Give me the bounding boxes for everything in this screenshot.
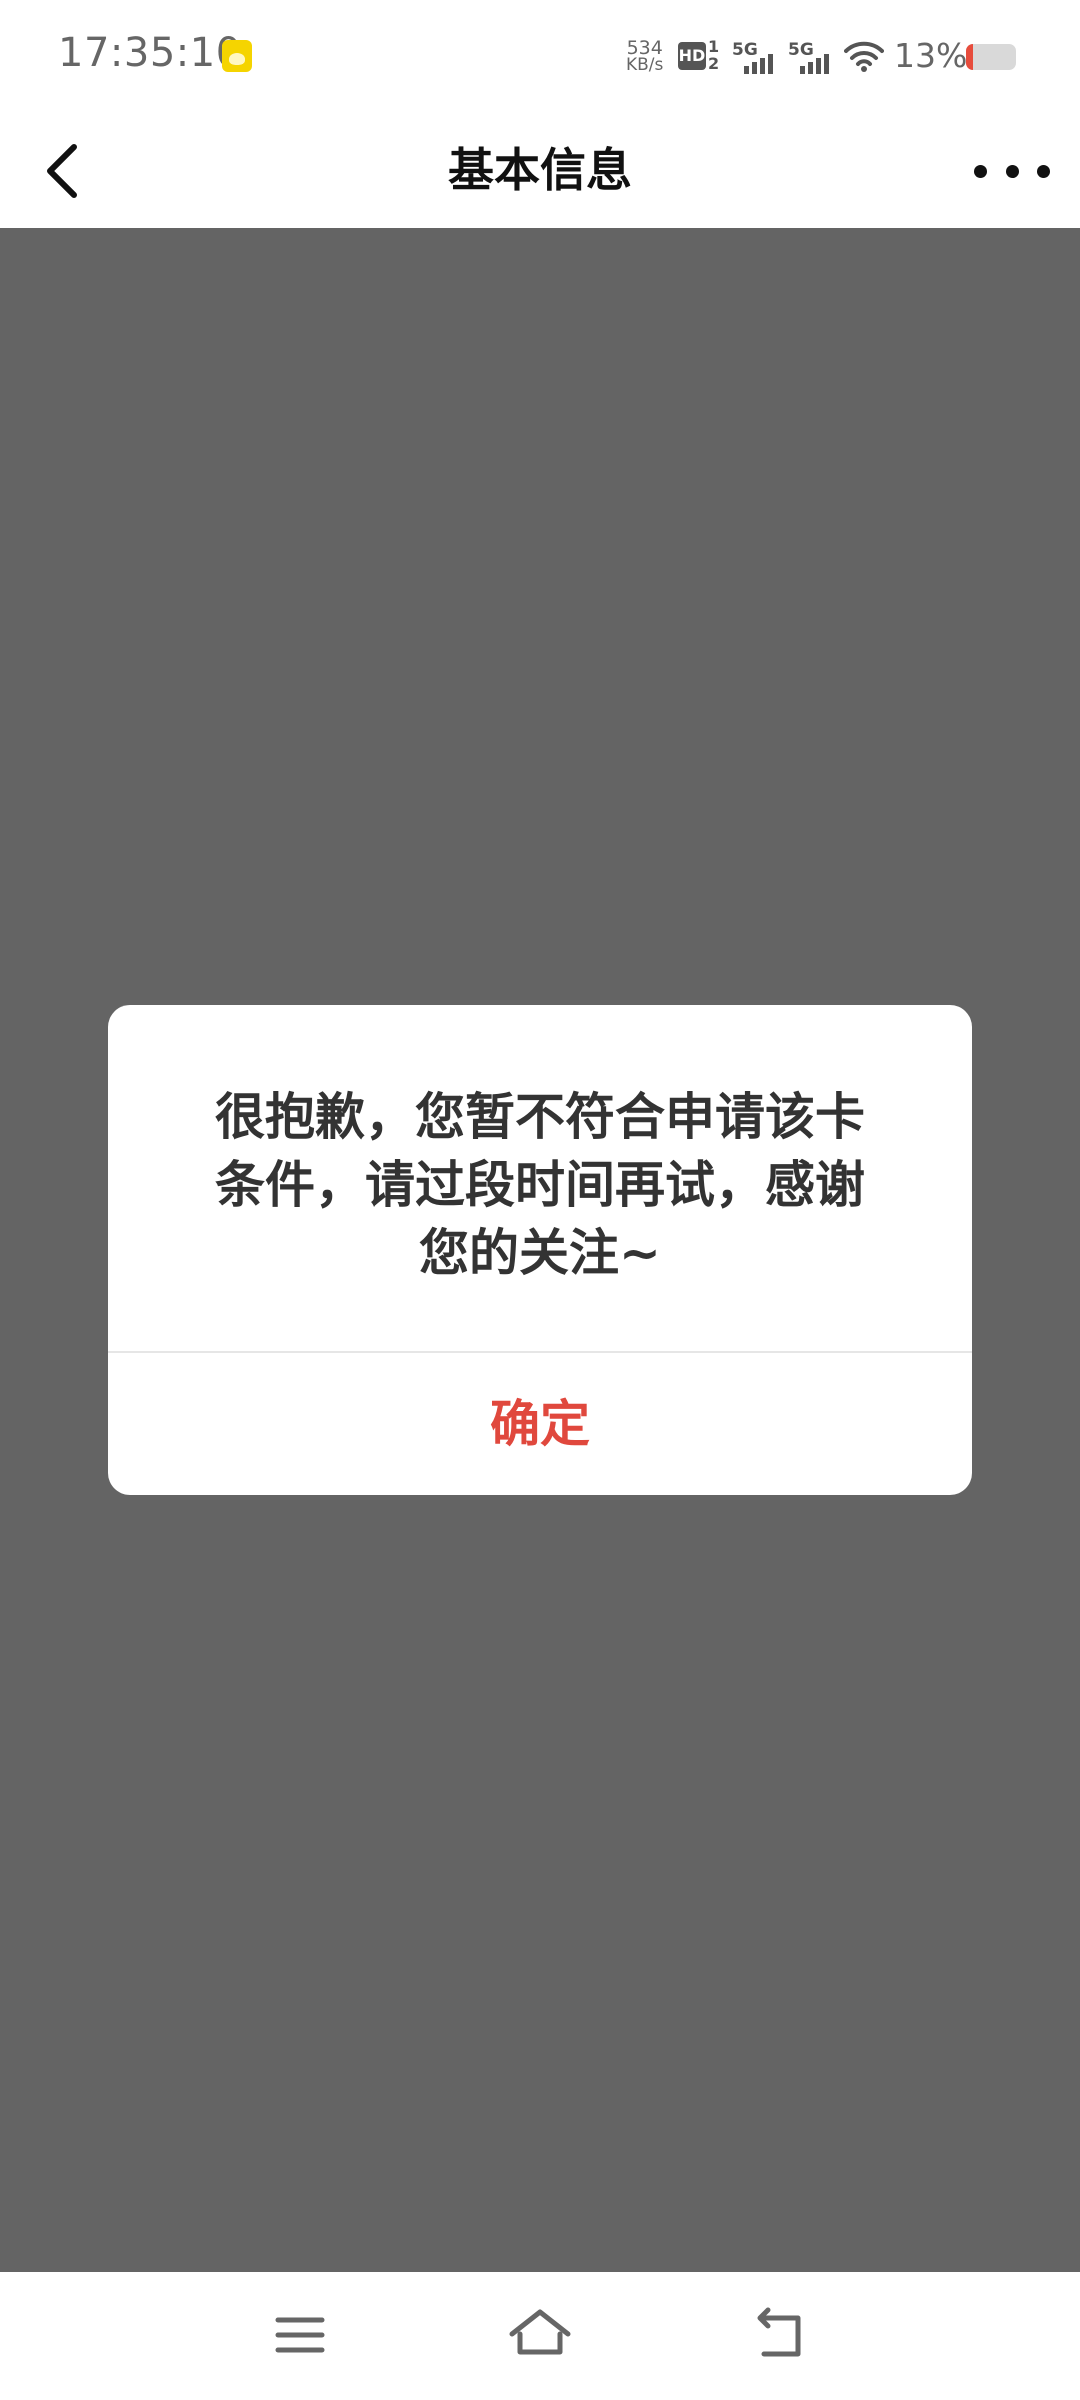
nav-bar: 基本信息 [0, 115, 1080, 228]
home-icon [509, 2309, 571, 2355]
hd-icon: HD [678, 42, 706, 70]
confirm-button[interactable]: 确定 [108, 1353, 972, 1495]
signal-5g-icon-1: 5G [732, 40, 782, 74]
network-speed-unit: KB/s [626, 55, 664, 75]
network-speed: 534 KB/s [626, 39, 664, 75]
page-title: 基本信息 [448, 143, 632, 197]
menu-icon [275, 2317, 325, 2353]
battery-icon [966, 44, 1016, 70]
system-nav-bar [0, 2272, 1080, 2400]
status-time: 17:35:10 [58, 30, 242, 76]
dialog-message: 很抱歉，您暂不符合申请该卡条件，请过段时间再试，感谢您的关注~ [215, 1088, 865, 1282]
alert-dialog: 很抱歉，您暂不符合申请该卡条件，请过段时间再试，感谢您的关注~ 确定 [108, 1005, 972, 1495]
status-bar: 17:35:10 534 KB/s HD 12 5G 5G 13% [0, 0, 1080, 115]
signal-5g-icon-2: 5G [788, 40, 838, 74]
app-notification-icon [222, 40, 252, 72]
recent-apps-button[interactable] [260, 2300, 340, 2370]
return-icon [757, 2307, 801, 2357]
home-button[interactable] [500, 2300, 580, 2370]
hd-sim-indicator: 12 [708, 37, 720, 73]
more-horizontal-icon [974, 164, 987, 178]
battery-percent: 13% [894, 36, 968, 75]
battery-level [966, 44, 973, 70]
system-back-button[interactable] [740, 2300, 820, 2370]
wifi-icon [844, 41, 884, 72]
more-button[interactable] [974, 143, 1050, 199]
